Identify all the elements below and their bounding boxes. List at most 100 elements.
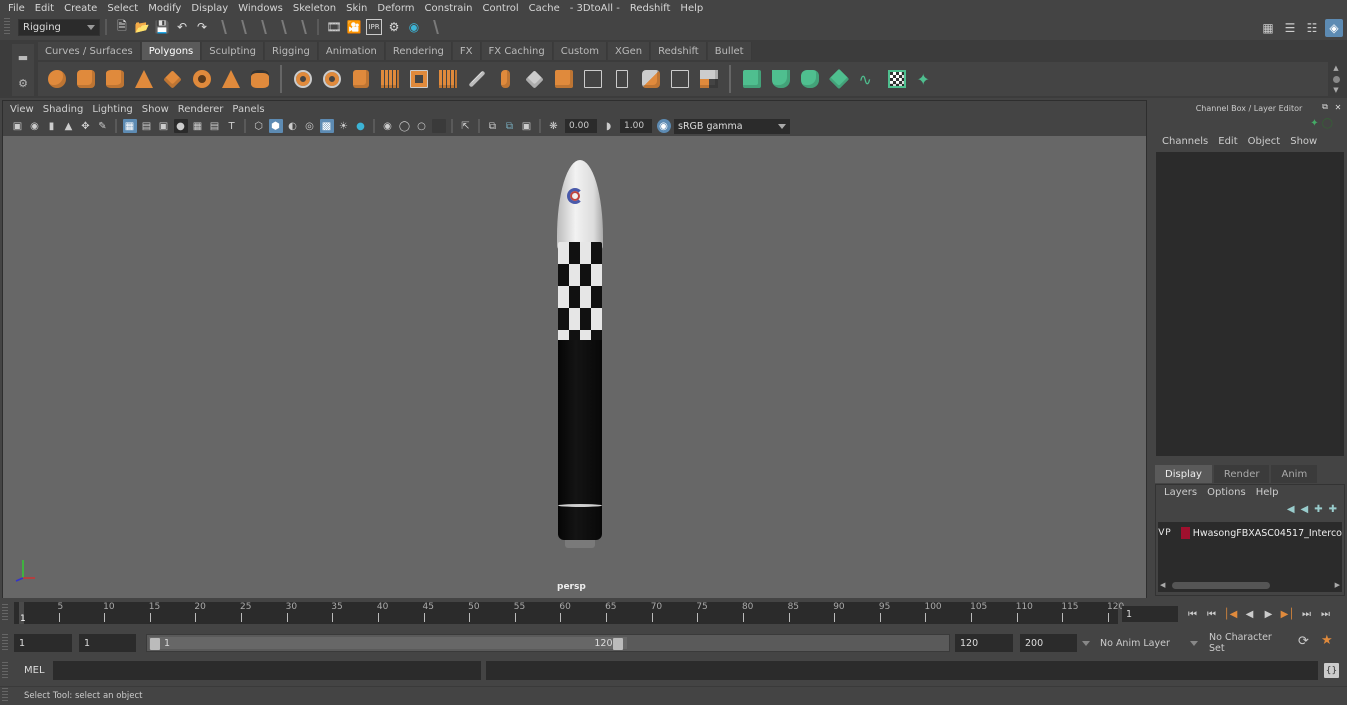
channel-box-menu-edit[interactable]: Edit	[1213, 136, 1242, 147]
current-frame-field[interactable]: 1	[1122, 606, 1178, 622]
gamma-icon[interactable]: ◗	[602, 119, 616, 133]
insert-edge-loop-icon[interactable]	[581, 67, 605, 91]
isolate-select-icon[interactable]: ⇱	[459, 119, 473, 133]
automatic-mapping-icon[interactable]	[668, 67, 692, 91]
scene-end-field[interactable]: 200	[1020, 634, 1077, 652]
hypershade-icon[interactable]: ◉	[406, 19, 422, 35]
chevron-down-icon[interactable]	[1190, 641, 1198, 646]
menu-cache[interactable]: Cache	[525, 3, 566, 14]
wireframe-icon[interactable]: ⬡	[252, 119, 266, 133]
arrow-down-icon[interactable]: ▼	[1333, 86, 1338, 94]
scroll-right-icon[interactable]: ▶	[1335, 581, 1340, 589]
layer-name[interactable]: HwasongFBXASC04517_Interco	[1193, 528, 1342, 539]
channel-box-menu-show[interactable]: Show	[1285, 136, 1322, 147]
script-language-toggle[interactable]: MEL	[24, 665, 45, 676]
play-backward-icon[interactable]: ◀	[1241, 606, 1258, 622]
bookmark-icon[interactable]: ▮	[45, 119, 59, 133]
menu-create[interactable]: Create	[60, 3, 103, 14]
create-empty-layer-icon[interactable]: ✚	[1314, 504, 1322, 515]
xray-icon[interactable]: ⧉	[486, 119, 500, 133]
redshift-texture-icon[interactable]	[885, 67, 909, 91]
collapse-section-icon[interactable]	[297, 20, 307, 34]
modeling-toolkit-icon[interactable]: ▦	[1259, 19, 1277, 37]
tool-settings-icon[interactable]: ☷	[1303, 19, 1321, 37]
range-start-handle[interactable]	[150, 638, 160, 650]
layer-visibility-toggle[interactable]: V	[1158, 528, 1165, 538]
field-chart-icon[interactable]: ▦	[191, 119, 205, 133]
poly-torus-icon[interactable]	[190, 67, 214, 91]
2d-pan-zoom-icon[interactable]: ✥	[79, 119, 93, 133]
viewport-menu-shading[interactable]: Shading	[40, 104, 90, 115]
rocket-model[interactable]	[555, 160, 605, 550]
poly-cube-icon[interactable]	[74, 67, 98, 91]
use-all-lights-icon[interactable]: ☀	[337, 119, 351, 133]
scene-start-field[interactable]: 1	[14, 634, 72, 652]
multi-cut-icon[interactable]	[552, 67, 576, 91]
viewport-menu-renderer[interactable]: Renderer	[175, 104, 230, 115]
range-slider[interactable]: 1 120	[146, 634, 950, 652]
playback-end-field[interactable]: 120	[955, 634, 1013, 652]
command-input[interactable]	[53, 661, 481, 680]
render-view-icon[interactable]: 🎞	[326, 19, 342, 35]
shadows-icon[interactable]: ●	[354, 119, 368, 133]
menu-deform[interactable]: Deform	[373, 3, 420, 14]
wireframe-on-shaded-icon[interactable]: ◎	[303, 119, 317, 133]
channel-box-area[interactable]	[1156, 152, 1344, 456]
motion-blur-icon[interactable]: ◯	[398, 119, 412, 133]
poly-sphere-icon[interactable]	[45, 67, 69, 91]
menu-edit[interactable]: Edit	[31, 3, 60, 14]
render-settings-icon[interactable]: ⚙	[386, 19, 402, 35]
collapse-section-icon[interactable]	[217, 20, 227, 34]
safe-title-icon[interactable]: T	[225, 119, 239, 133]
menu-skeleton[interactable]: Skeleton	[289, 3, 342, 14]
film-gate-icon[interactable]: ▤	[140, 119, 154, 133]
menu-redshift[interactable]: Redshift	[626, 3, 677, 14]
target-weld-icon[interactable]	[610, 67, 634, 91]
command-line-grip[interactable]	[2, 662, 8, 680]
menu-help[interactable]: Help	[676, 3, 709, 14]
combine-icon[interactable]	[291, 67, 315, 91]
range-end-handle[interactable]	[613, 638, 624, 650]
ipr-render-icon[interactable]: IPR	[366, 19, 382, 35]
scroll-left-icon[interactable]: ◀	[1160, 581, 1165, 589]
planar-mapping-icon[interactable]	[639, 67, 663, 91]
shelf-tab-redshift[interactable]: Redshift	[651, 42, 707, 60]
layer-tab-render[interactable]: Render	[1213, 465, 1270, 483]
shelf-tab-fx-caching[interactable]: FX Caching	[481, 42, 553, 60]
separate-icon[interactable]	[320, 67, 344, 91]
extrude-icon[interactable]	[523, 67, 547, 91]
gamma-field[interactable]: 1.00	[620, 119, 652, 133]
poly-cylinder-icon[interactable]	[103, 67, 127, 91]
undo-icon[interactable]: ↶	[174, 19, 190, 35]
time-slider-track[interactable]: 1 5 10 15 20 25 30 35 40 45 50 55 60 65 70 75 80 85 90 95 1…	[14, 602, 1124, 624]
current-time-indicator[interactable]: 1	[19, 602, 26, 624]
create-layer-from-selected-icon[interactable]: ✚	[1329, 504, 1337, 515]
select-camera-icon[interactable]: ▣	[11, 119, 25, 133]
3d-viewport[interactable]: persp	[3, 136, 1146, 598]
depth-of-field-icon[interactable]	[431, 119, 446, 133]
shelf-tab-sculpting[interactable]: Sculpting	[202, 42, 264, 60]
layer-row[interactable]: V P HwasongFBXASC04517_Interco	[1158, 525, 1342, 541]
bevel-icon[interactable]	[465, 67, 489, 91]
step-forward-key-icon[interactable]: ▶│	[1279, 606, 1296, 622]
menu-file[interactable]: File	[4, 3, 31, 14]
move-layer-up-icon[interactable]: ◀	[1287, 504, 1295, 515]
safe-action-icon[interactable]: ▤	[208, 119, 222, 133]
shelf-tab-toggle-icon[interactable]: ▬	[18, 51, 28, 64]
open-scene-icon[interactable]: 📂	[134, 19, 150, 35]
channel-box-menu-channels[interactable]: Channels	[1157, 136, 1213, 147]
layer-color-swatch[interactable]	[1181, 527, 1190, 539]
redshift-proxy-icon[interactable]	[827, 67, 851, 91]
shelf-tab-rendering[interactable]: Rendering	[385, 42, 452, 60]
gate-mask-icon[interactable]: ●	[173, 119, 188, 133]
redshift-matte-icon[interactable]: ✦	[914, 67, 938, 91]
step-forward-frame-icon[interactable]: ⏭	[1298, 606, 1315, 622]
scroll-thumb[interactable]	[1172, 581, 1270, 589]
redshift-mesh-icon[interactable]	[740, 67, 764, 91]
mirror-icon[interactable]	[349, 67, 373, 91]
shelf-tab-rigging[interactable]: Rigging	[264, 42, 318, 60]
grease-pencil-icon[interactable]: ✎	[96, 119, 110, 133]
shelf-tab-bullet[interactable]: Bullet	[707, 42, 752, 60]
image-plane-icon[interactable]: ▲	[62, 119, 76, 133]
layer-menu-help[interactable]: Help	[1251, 487, 1284, 498]
